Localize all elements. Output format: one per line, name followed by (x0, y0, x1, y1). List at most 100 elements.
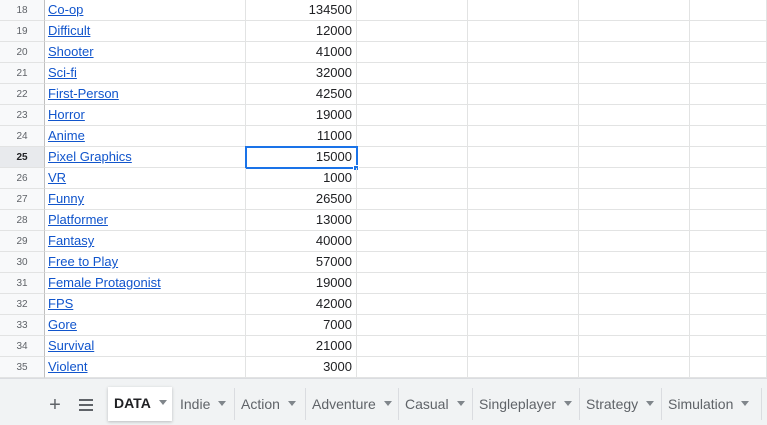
empty-cell[interactable] (690, 126, 767, 147)
empty-cell[interactable] (357, 252, 468, 273)
cell-tag[interactable]: Horror (45, 105, 246, 126)
empty-cell[interactable] (468, 21, 579, 42)
empty-cell[interactable] (468, 84, 579, 105)
tag-link[interactable]: Platformer (48, 212, 108, 227)
cell-tag[interactable]: Survival (45, 336, 246, 357)
empty-cell[interactable] (468, 168, 579, 189)
empty-cell[interactable] (579, 126, 690, 147)
empty-cell[interactable] (690, 189, 767, 210)
tag-link[interactable]: Free to Play (48, 254, 118, 269)
row-header[interactable]: 35 (0, 357, 45, 378)
dropdown-arrow-icon[interactable] (383, 400, 392, 406)
sheet-tab-indie[interactable]: Indie (174, 388, 235, 420)
tag-link[interactable]: Sci-fi (48, 65, 77, 80)
cell-tag[interactable]: Anime (45, 126, 246, 147)
cell-tag[interactable]: Violent (45, 357, 246, 378)
empty-cell[interactable] (579, 315, 690, 336)
empty-cell[interactable] (357, 315, 468, 336)
add-sheet-button[interactable]: + (43, 393, 67, 417)
empty-cell[interactable] (468, 336, 579, 357)
sheet-tab-singleplayer[interactable]: Singleplayer (473, 388, 580, 420)
row-header[interactable]: 34 (0, 336, 45, 357)
tag-link[interactable]: VR (48, 170, 66, 185)
empty-cell[interactable] (579, 210, 690, 231)
empty-cell[interactable] (690, 42, 767, 63)
empty-cell[interactable] (579, 84, 690, 105)
empty-cell[interactable] (357, 189, 468, 210)
empty-cell[interactable] (357, 21, 468, 42)
sheet-tab-action[interactable]: Action (235, 388, 306, 420)
empty-cell[interactable] (468, 147, 579, 168)
empty-cell[interactable] (690, 357, 767, 378)
empty-cell[interactable] (690, 315, 767, 336)
empty-cell[interactable] (357, 63, 468, 84)
empty-cell[interactable] (357, 126, 468, 147)
cell-value[interactable]: 11000 (246, 126, 357, 147)
sheet-tab-simulation[interactable]: Simulation (662, 388, 762, 420)
cell-value[interactable]: 3000 (246, 357, 357, 378)
row-header[interactable]: 23 (0, 105, 45, 126)
empty-cell[interactable] (357, 231, 468, 252)
empty-cell[interactable] (468, 0, 579, 21)
cell-tag[interactable]: VR (45, 168, 246, 189)
empty-cell[interactable] (468, 126, 579, 147)
empty-cell[interactable] (579, 294, 690, 315)
empty-cell[interactable] (357, 210, 468, 231)
empty-cell[interactable] (579, 357, 690, 378)
empty-cell[interactable] (468, 315, 579, 336)
cell-tag[interactable]: Shooter (45, 42, 246, 63)
cell-value[interactable]: 32000 (246, 63, 357, 84)
empty-cell[interactable] (579, 168, 690, 189)
empty-cell[interactable] (579, 105, 690, 126)
tag-link[interactable]: Horror (48, 107, 85, 122)
empty-cell[interactable] (690, 273, 767, 294)
dropdown-arrow-icon[interactable] (287, 400, 296, 406)
cell-value[interactable]: 40000 (246, 231, 357, 252)
empty-cell[interactable] (579, 147, 690, 168)
tag-link[interactable]: Shooter (48, 44, 94, 59)
empty-cell[interactable] (468, 252, 579, 273)
tag-link[interactable]: FPS (48, 296, 73, 311)
row-header[interactable]: 21 (0, 63, 45, 84)
empty-cell[interactable] (690, 336, 767, 357)
row-header[interactable]: 27 (0, 189, 45, 210)
cell-tag[interactable]: Sci-fi (45, 63, 246, 84)
row-header[interactable]: 28 (0, 210, 45, 231)
row-header[interactable]: 32 (0, 294, 45, 315)
sheet-tab-data[interactable]: DATA (108, 387, 172, 421)
cell-value[interactable]: 134500 (246, 0, 357, 21)
empty-cell[interactable] (357, 273, 468, 294)
empty-cell[interactable] (468, 294, 579, 315)
cell-value[interactable]: 13000 (246, 210, 357, 231)
empty-cell[interactable] (690, 21, 767, 42)
empty-cell[interactable] (690, 210, 767, 231)
empty-cell[interactable] (579, 189, 690, 210)
empty-cell[interactable] (357, 357, 468, 378)
empty-cell[interactable] (357, 84, 468, 105)
empty-cell[interactable] (690, 294, 767, 315)
cell-tag[interactable]: Funny (45, 189, 246, 210)
empty-cell[interactable] (579, 273, 690, 294)
tag-link[interactable]: First-Person (48, 86, 119, 101)
dropdown-arrow-icon[interactable] (158, 399, 167, 405)
cell-value[interactable]: 26500 (246, 189, 357, 210)
empty-cell[interactable] (468, 231, 579, 252)
empty-cell[interactable] (357, 0, 468, 21)
tag-link[interactable]: Survival (48, 338, 94, 353)
tag-link[interactable]: Fantasy (48, 233, 94, 248)
empty-cell[interactable] (357, 168, 468, 189)
row-header[interactable]: 29 (0, 231, 45, 252)
empty-cell[interactable] (468, 42, 579, 63)
cell-tag[interactable]: Gore (45, 315, 246, 336)
dropdown-arrow-icon[interactable] (564, 400, 573, 406)
empty-cell[interactable] (690, 105, 767, 126)
empty-cell[interactable] (579, 42, 690, 63)
empty-cell[interactable] (357, 147, 468, 168)
sheet-tab-strategy[interactable]: Strategy (580, 388, 662, 420)
cell-tag[interactable]: Co-op (45, 0, 246, 21)
empty-cell[interactable] (690, 147, 767, 168)
cell-value[interactable]: 42500 (246, 84, 357, 105)
cell-value[interactable]: 21000 (246, 336, 357, 357)
row-header[interactable]: 19 (0, 21, 45, 42)
empty-cell[interactable] (357, 105, 468, 126)
